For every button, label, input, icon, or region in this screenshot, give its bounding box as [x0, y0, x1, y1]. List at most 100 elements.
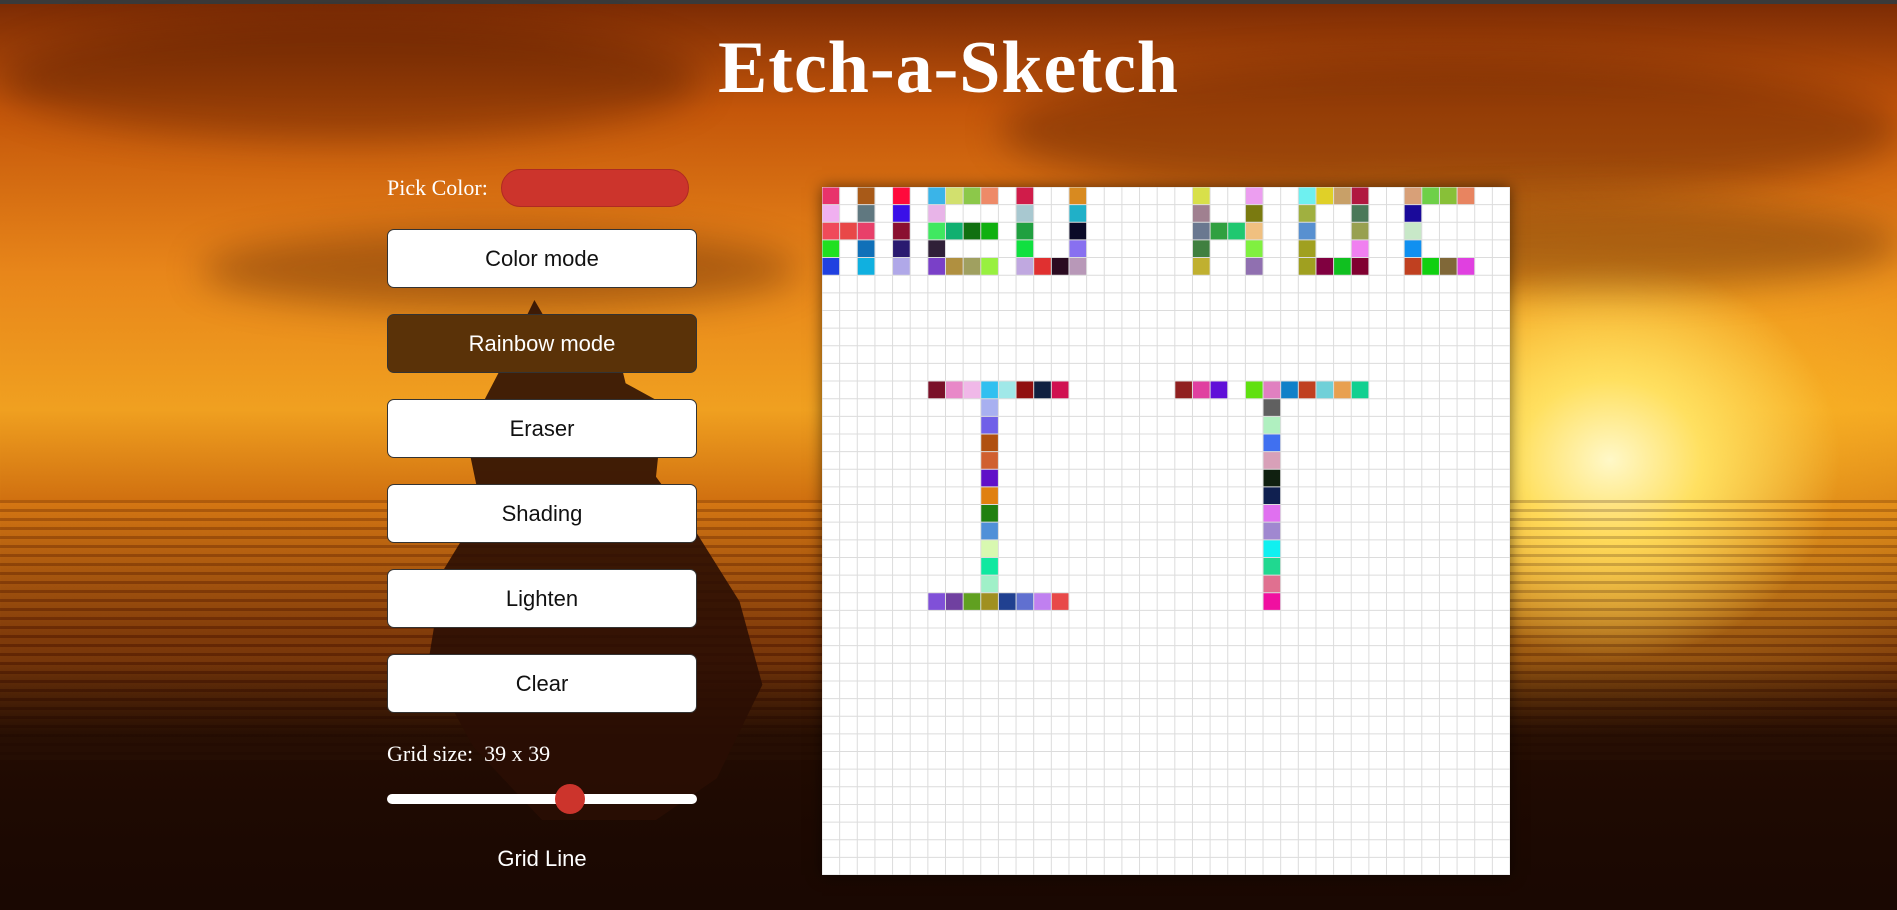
grid-cell-painted[interactable]	[963, 381, 981, 399]
grid-cell-painted[interactable]	[1245, 257, 1264, 276]
grid-cell-painted[interactable]	[945, 257, 964, 276]
slider-thumb[interactable]	[554, 784, 585, 814]
grid-cell-painted[interactable]	[980, 451, 999, 470]
grid-cell-painted[interactable]	[1315, 257, 1334, 276]
grid-cell-painted[interactable]	[892, 239, 911, 258]
grid-cell-painted[interactable]	[1298, 257, 1316, 276]
grid-cell-painted[interactable]	[1245, 204, 1264, 223]
grid-cell-painted[interactable]	[1263, 433, 1281, 452]
grid-cell-painted[interactable]	[980, 257, 999, 276]
grid-cell-painted[interactable]	[963, 257, 981, 276]
grid-cell-painted[interactable]	[945, 592, 964, 611]
grid-cell-painted[interactable]	[1033, 381, 1052, 399]
grid-cell-painted[interactable]	[1016, 257, 1034, 276]
grid-cell-painted[interactable]	[927, 187, 946, 205]
grid-cell-painted[interactable]	[945, 222, 964, 240]
grid-cell-painted[interactable]	[1351, 381, 1369, 399]
grid-cell-painted[interactable]	[1192, 381, 1211, 399]
grid-cell-painted[interactable]	[1068, 187, 1087, 205]
grid-cell-painted[interactable]	[1333, 187, 1352, 205]
grid-cell-painted[interactable]	[980, 592, 999, 611]
grid-cell-painted[interactable]	[1263, 522, 1281, 540]
lighten-button[interactable]: Lighten	[387, 569, 697, 628]
grid-cell-painted[interactable]	[927, 381, 946, 399]
grid-cell-painted[interactable]	[1016, 592, 1034, 611]
grid-cell-painted[interactable]	[1068, 222, 1087, 240]
grid-cell-painted[interactable]	[1404, 187, 1422, 205]
grid-cell-painted[interactable]	[1068, 239, 1087, 258]
grid-cell-painted[interactable]	[1351, 204, 1369, 223]
sketch-grid[interactable]	[822, 187, 1510, 875]
grid-cell-painted[interactable]	[1263, 592, 1281, 611]
color-picker-input[interactable]	[500, 169, 689, 207]
grid-cell-painted[interactable]	[945, 381, 964, 399]
grid-cell-painted[interactable]	[1280, 381, 1299, 399]
grid-cell-painted[interactable]	[1263, 539, 1281, 558]
grid-cell-painted[interactable]	[1016, 187, 1034, 205]
grid-cell-painted[interactable]	[980, 416, 999, 434]
grid-cell-painted[interactable]	[1016, 381, 1034, 399]
grid-cell-painted[interactable]	[1174, 381, 1193, 399]
grid-cell-painted[interactable]	[980, 539, 999, 558]
grid-cell-painted[interactable]	[1192, 257, 1211, 276]
grid-cell-painted[interactable]	[1298, 381, 1316, 399]
clear-button[interactable]: Clear	[387, 654, 697, 713]
grid-cell-painted[interactable]	[980, 557, 999, 576]
grid-cell-painted[interactable]	[1298, 204, 1316, 223]
grid-cell-painted[interactable]	[980, 398, 999, 417]
grid-cell-painted[interactable]	[857, 257, 875, 276]
grid-cell-painted[interactable]	[1033, 257, 1052, 276]
grid-cell-painted[interactable]	[1263, 451, 1281, 470]
grid-cell-painted[interactable]	[1210, 222, 1228, 240]
grid-cell-painted[interactable]	[945, 187, 964, 205]
grid-cell-painted[interactable]	[1227, 222, 1246, 240]
grid-cell-painted[interactable]	[1192, 204, 1211, 223]
grid-cell-painted[interactable]	[963, 222, 981, 240]
grid-cell-painted[interactable]	[980, 486, 999, 505]
grid-cell-painted[interactable]	[1068, 257, 1087, 276]
grid-cell-painted[interactable]	[1051, 257, 1069, 276]
grid-cell-painted[interactable]	[1263, 398, 1281, 417]
grid-cell-painted[interactable]	[1457, 257, 1475, 276]
grid-cell-painted[interactable]	[1333, 381, 1352, 399]
grid-cell-painted[interactable]	[1263, 416, 1281, 434]
grid-cell-painted[interactable]	[1033, 592, 1052, 611]
grid-cell-painted[interactable]	[892, 222, 911, 240]
grid-cell-painted[interactable]	[927, 222, 946, 240]
grid-cell-painted[interactable]	[998, 381, 1017, 399]
grid-cell-painted[interactable]	[1351, 187, 1369, 205]
grid-cell-painted[interactable]	[1068, 204, 1087, 223]
grid-cell-painted[interactable]	[927, 257, 946, 276]
grid-cell-painted[interactable]	[927, 239, 946, 258]
grid-cell-painted[interactable]	[1298, 187, 1316, 205]
grid-cell-painted[interactable]	[822, 257, 840, 276]
grid-cell-painted[interactable]	[822, 222, 840, 240]
grid-size-slider[interactable]	[387, 784, 697, 814]
grid-cell-painted[interactable]	[1298, 239, 1316, 258]
grid-cell-painted[interactable]	[892, 204, 911, 223]
grid-cell-painted[interactable]	[927, 204, 946, 223]
grid-line-toggle[interactable]: Grid Line	[387, 846, 697, 872]
grid-cell-painted[interactable]	[1016, 222, 1034, 240]
grid-cell-painted[interactable]	[980, 433, 999, 452]
grid-cell-painted[interactable]	[822, 187, 840, 205]
grid-cell-painted[interactable]	[1263, 504, 1281, 523]
grid-cell-painted[interactable]	[1016, 239, 1034, 258]
grid-cell-painted[interactable]	[1263, 557, 1281, 576]
grid-cell-painted[interactable]	[1421, 187, 1440, 205]
grid-cell-painted[interactable]	[857, 187, 875, 205]
grid-cell-painted[interactable]	[857, 239, 875, 258]
grid-cell-painted[interactable]	[998, 592, 1017, 611]
grid-cell-painted[interactable]	[822, 239, 840, 258]
grid-cell-painted[interactable]	[1051, 381, 1069, 399]
grid-cell-painted[interactable]	[980, 381, 999, 399]
grid-cell-painted[interactable]	[1263, 575, 1281, 593]
grid-cell-painted[interactable]	[1404, 222, 1422, 240]
grid-cell-painted[interactable]	[963, 187, 981, 205]
grid-cell-painted[interactable]	[892, 257, 911, 276]
grid-cell-painted[interactable]	[980, 575, 999, 593]
grid-cell-painted[interactable]	[980, 522, 999, 540]
grid-cell-painted[interactable]	[1192, 222, 1211, 240]
grid-cell-painted[interactable]	[1439, 187, 1458, 205]
grid-cell-painted[interactable]	[857, 222, 875, 240]
